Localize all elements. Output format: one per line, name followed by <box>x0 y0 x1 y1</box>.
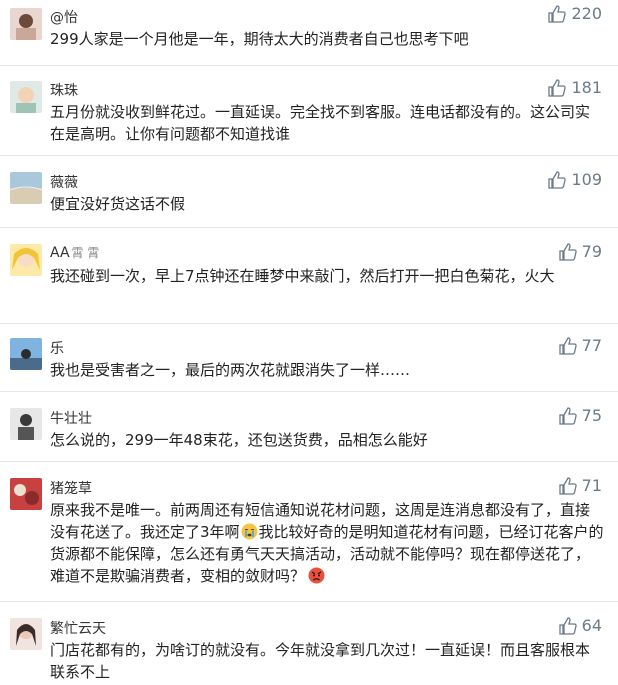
comment-author[interactable]: 牛壮壮 <box>50 408 92 428</box>
crying-face-icon <box>241 523 258 540</box>
like-count: 75 <box>581 406 602 425</box>
thumbs-up-icon <box>558 336 577 355</box>
like-count: 71 <box>581 476 602 495</box>
like-button[interactable]: 109 <box>548 170 602 189</box>
thumbs-up-icon <box>558 476 577 495</box>
comment-author[interactable]: 繁忙云天 <box>50 618 108 638</box>
like-button[interactable]: 181 <box>548 78 602 97</box>
comment-text: 怎么说的，299一年48束花，还包送货费，品相怎么能好 <box>50 431 428 449</box>
comment-author[interactable]: AA 霄 霄 <box>50 244 99 261</box>
avatar[interactable] <box>10 244 42 276</box>
comment-text: 门店花都有的，为啥订的就没有。今年就没拿到几次过！一直延误！而且客服根本联系不上 <box>50 641 591 681</box>
like-count: 109 <box>571 170 602 189</box>
comment-item: 薇薇 109 便宜没好货这话不假 <box>0 156 618 228</box>
avatar[interactable] <box>10 478 42 510</box>
comment-author[interactable]: 猪笼草 <box>50 478 92 498</box>
comment-author[interactable]: @怡 <box>50 7 78 27</box>
like-count: 64 <box>581 616 602 635</box>
like-count: 181 <box>571 78 602 97</box>
comment-text: 我也是受害者之一，最后的两次花就跟消失了一样…… <box>50 361 411 379</box>
thumbs-up-icon <box>548 4 567 23</box>
thumbs-up-icon <box>548 170 567 189</box>
comment-item: 繁忙云天 64 门店花都有的，为啥订的就没有。今年就没拿到几次过！一直延误！而且… <box>0 602 618 685</box>
comment-text: 我还碰到一次，早上7点钟还在睡梦中来敲门，然后打开一把白色菊花，火大 <box>50 267 555 285</box>
comment-author[interactable]: 乐 <box>50 338 64 358</box>
comment-item: 珠珠 181 五月份就没收到鲜花过。一直延误。完全找不到客服。连电话都没有的。这… <box>0 66 618 156</box>
avatar[interactable] <box>10 172 42 204</box>
like-count: 77 <box>581 336 602 355</box>
thumbs-up-icon <box>558 242 577 261</box>
thumbs-up-icon <box>558 616 577 635</box>
comment-list: @怡 220 299人家是一个月他是一年，期待太大的消费者自己也思考下吧 珠珠 … <box>0 0 618 685</box>
comment-author[interactable]: 薇薇 <box>50 172 78 192</box>
like-button[interactable]: 77 <box>558 336 602 355</box>
comment-text: 五月份就没收到鲜花过。一直延误。完全找不到客服。连电话都没有的。这公司实在是高明… <box>50 103 591 143</box>
like-button[interactable]: 220 <box>548 4 602 23</box>
avatar[interactable] <box>10 618 42 650</box>
comment-text: 299人家是一个月他是一年，期待太大的消费者自己也思考下吧 <box>50 30 469 48</box>
thumbs-up-icon <box>558 406 577 425</box>
comment-author[interactable]: 珠珠 <box>50 80 78 100</box>
avatar[interactable] <box>10 81 42 113</box>
like-button[interactable]: 64 <box>558 616 602 635</box>
thumbs-up-icon <box>548 78 567 97</box>
author-decoration: 霄 霄 <box>71 246 100 260</box>
comment-item: 猪笼草 71 原来我不是唯一。前两周还有短信通知说花材问题，这周是连消息都没有了… <box>0 462 618 602</box>
avatar[interactable] <box>10 338 42 370</box>
avatar[interactable] <box>10 8 42 40</box>
avatar[interactable] <box>10 408 42 440</box>
angry-face-icon <box>308 567 325 584</box>
like-count: 220 <box>571 4 602 23</box>
like-button[interactable]: 71 <box>558 476 602 495</box>
comment-text: 原来我不是唯一。前两周还有短信通知说花材问题，这周是连消息都没有了，直接没有花送… <box>50 501 604 585</box>
comment-item: @怡 220 299人家是一个月他是一年，期待太大的消费者自己也思考下吧 <box>0 0 618 66</box>
like-button[interactable]: 79 <box>558 242 602 261</box>
comment-item: 乐 77 我也是受害者之一，最后的两次花就跟消失了一样…… <box>0 324 618 392</box>
like-count: 79 <box>581 242 602 261</box>
comment-text: 便宜没好货这话不假 <box>50 195 186 213</box>
like-button[interactable]: 75 <box>558 406 602 425</box>
comment-item: AA 霄 霄 79 我还碰到一次，早上7点钟还在睡梦中来敲门，然后打开一把白色菊花… <box>0 228 618 324</box>
comment-item: 牛壮壮 75 怎么说的，299一年48束花，还包送货费，品相怎么能好 <box>0 392 618 462</box>
